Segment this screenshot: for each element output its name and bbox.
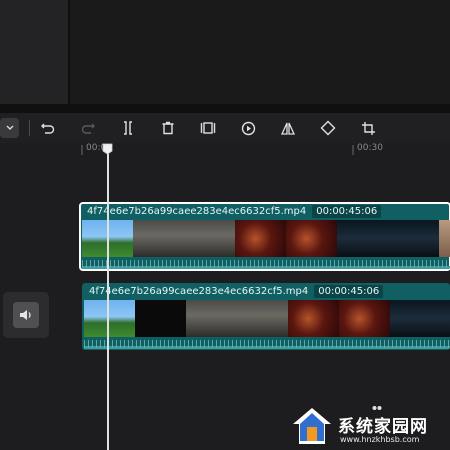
play-preview-button[interactable]	[237, 118, 259, 138]
clip-thumbnails	[84, 300, 450, 337]
track-audio-button[interactable]	[3, 292, 49, 338]
timeline-divider[interactable]	[0, 104, 450, 113]
thumbnail-frame	[135, 300, 186, 337]
thumbnail-frame	[286, 220, 337, 257]
audio-waveform	[82, 260, 450, 268]
redo-button[interactable]	[77, 118, 99, 138]
audio-button-inner	[13, 302, 39, 328]
audio-waveform	[84, 340, 450, 348]
video-clip-copy[interactable]: 4f74e6e7b26a99caee283e4ec6632cf5.mp4 00:…	[82, 283, 450, 350]
playhead-handle[interactable]	[102, 143, 113, 155]
dropdown-button[interactable]	[0, 118, 19, 138]
thumbnail-frame	[84, 300, 135, 337]
thumbnail-frame	[441, 300, 450, 337]
ruler-ticks	[81, 145, 354, 155]
video-clip-main[interactable]: 4f74e6e7b26a99caee283e4ec6632cf5.mp4 00:…	[79, 202, 450, 271]
thumbnail-frame	[337, 220, 388, 257]
ruler-label-30s: 00:30	[357, 143, 383, 153]
freeze-frame-button[interactable]	[197, 118, 219, 138]
clip-file-name: 4f74e6e7b26a99caee283e4ec6632cf5.mp4	[89, 286, 309, 297]
clip-header: 4f74e6e7b26a99caee283e4ec6632cf5.mp4 00:…	[80, 203, 450, 220]
split-button[interactable]	[117, 118, 139, 138]
house-logo-icon	[293, 408, 331, 444]
clip-thumbnails	[82, 220, 450, 257]
undo-icon	[41, 123, 55, 134]
toolbar-separator	[29, 120, 30, 136]
thumbnail-frame	[133, 220, 184, 257]
delete-button[interactable]	[157, 118, 179, 138]
clip-file-name: 4f74e6e7b26a99caee283e4ec6632cf5.mp4	[87, 206, 307, 217]
thumbnail-frame	[339, 300, 390, 337]
media-panel	[0, 0, 68, 104]
watermark-title: 系统家园网	[338, 417, 428, 437]
speaker-icon	[20, 310, 31, 320]
delete-icon	[162, 121, 174, 135]
thumbnail-frame	[235, 220, 286, 257]
timeline-toolbar	[0, 113, 450, 144]
mirror-icon	[280, 122, 296, 135]
thumbnail-frame	[288, 300, 339, 337]
chevron-down-icon	[6, 125, 13, 130]
undo-button[interactable]	[37, 118, 59, 138]
thumbnail-frame	[439, 220, 450, 257]
preview-panel	[70, 0, 450, 104]
clip-duration: 00:00:45:06	[312, 205, 382, 218]
mirror-button[interactable]	[277, 118, 299, 138]
watermark-url: www.hnzkhbsb.com	[340, 435, 420, 444]
split-icon	[124, 121, 132, 135]
thumbnail-frame	[388, 220, 439, 257]
thumbnail-frame	[390, 300, 441, 337]
clip-header: 4f74e6e7b26a99caee283e4ec6632cf5.mp4 00:…	[82, 283, 450, 300]
freeze-frame-icon	[200, 122, 216, 134]
play-icon	[241, 121, 255, 135]
redo-icon	[81, 123, 95, 134]
rotate-button[interactable]	[317, 118, 339, 138]
watermark: 系统家园网 www.hnzkhbsb.com	[290, 402, 450, 450]
thumbnail-frame	[184, 220, 235, 257]
thumbnail-frame	[186, 300, 237, 337]
playhead[interactable]	[107, 148, 109, 450]
crop-button[interactable]	[357, 118, 379, 138]
clip-duration: 00:00:45:06	[314, 285, 384, 298]
rotate-icon	[320, 120, 336, 136]
crop-icon	[361, 121, 375, 135]
thumbnail-frame	[237, 300, 288, 337]
